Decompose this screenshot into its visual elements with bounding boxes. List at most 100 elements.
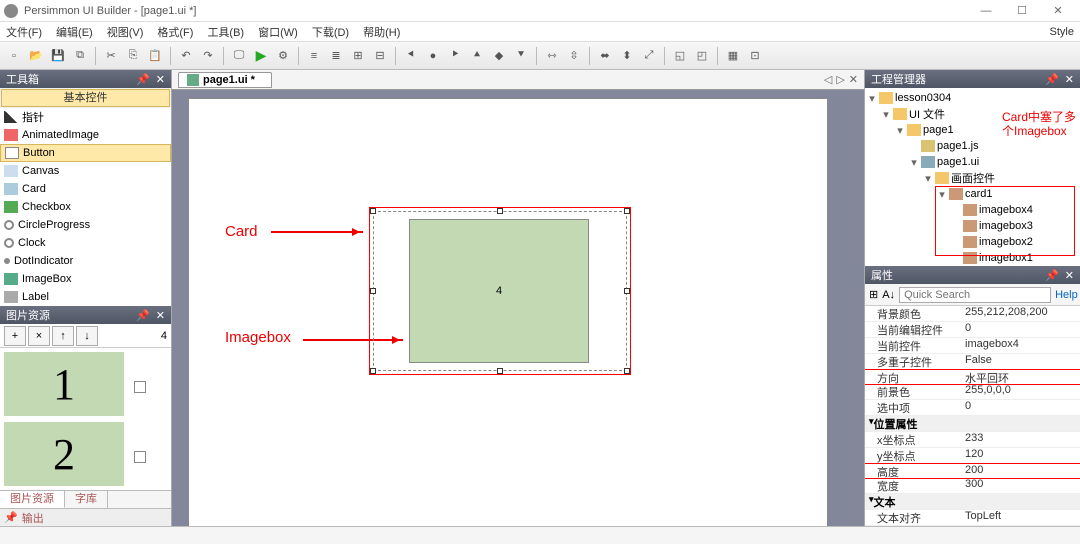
- property-row[interactable]: 当前控件imagebox4: [865, 338, 1080, 354]
- property-value[interactable]: 200: [965, 464, 1080, 478]
- output-tab[interactable]: 📌 输出: [0, 508, 171, 526]
- close-button[interactable]: ✕: [1040, 1, 1076, 21]
- card-widget[interactable]: [373, 211, 627, 371]
- redo-icon[interactable]: ↷: [198, 46, 218, 66]
- property-row[interactable]: y坐标点120: [865, 448, 1080, 464]
- menu-window[interactable]: 窗口(W): [258, 24, 298, 40]
- property-row[interactable]: 当前编辑控件0: [865, 322, 1080, 338]
- gear-icon[interactable]: ⚙: [273, 46, 293, 66]
- new-icon[interactable]: ▫: [4, 46, 24, 66]
- grid-icon[interactable]: ▦: [723, 46, 743, 66]
- toolbox-item-canvas[interactable]: Canvas: [0, 162, 171, 180]
- image-thumbnail[interactable]: 2: [4, 422, 124, 486]
- toolbox-item-card[interactable]: Card: [0, 180, 171, 198]
- screen-icon[interactable]: 🖵: [229, 46, 249, 66]
- al-mid-icon[interactable]: ◆: [489, 46, 509, 66]
- property-value[interactable]: 0: [965, 400, 1080, 415]
- close-icon[interactable]: ✕: [156, 73, 165, 86]
- property-grid[interactable]: 背景颜色255,212,208,200当前编辑控件0当前控件imagebox4多…: [865, 306, 1080, 526]
- tree-imagebox[interactable]: imagebox2: [979, 236, 1033, 248]
- saveall-icon[interactable]: ⧉: [70, 46, 90, 66]
- image-thumbnail[interactable]: 1: [4, 352, 124, 416]
- menu-view[interactable]: 视图(V): [107, 24, 144, 40]
- play-icon[interactable]: ▶: [251, 46, 271, 66]
- property-value[interactable]: 300: [965, 478, 1080, 493]
- resize-handle[interactable]: [624, 288, 630, 294]
- property-category[interactable]: 位置属性: [865, 416, 1080, 432]
- maximize-button[interactable]: ☐: [1004, 1, 1040, 21]
- al-right-icon[interactable]: ⯈: [445, 46, 465, 66]
- menu-file[interactable]: 文件(F): [6, 24, 42, 40]
- save-icon[interactable]: 💾: [48, 46, 68, 66]
- paste-icon[interactable]: 📋: [145, 46, 165, 66]
- thumbnail-checkbox[interactable]: [134, 451, 146, 463]
- toolbox-item-imagebox[interactable]: ImageBox: [0, 270, 171, 288]
- tree-pagejs[interactable]: page1.js: [937, 140, 979, 152]
- canvas-area[interactable]: Card Imagebox 4: [172, 90, 864, 526]
- tree-pageui[interactable]: page1.ui: [937, 156, 979, 168]
- sort-az-icon[interactable]: A↓: [882, 289, 895, 301]
- tree-imagebox[interactable]: imagebox1: [979, 252, 1033, 264]
- undo-icon[interactable]: ↶: [176, 46, 196, 66]
- al-center-icon[interactable]: ●: [423, 46, 443, 66]
- open-icon[interactable]: 📂: [26, 46, 46, 66]
- property-category[interactable]: 文本: [865, 494, 1080, 510]
- al-bot-icon[interactable]: ⯆: [511, 46, 531, 66]
- dist-h-icon[interactable]: ⇿: [542, 46, 562, 66]
- menu-help[interactable]: 帮助(H): [363, 24, 400, 40]
- menu-tools[interactable]: 工具(B): [207, 24, 244, 40]
- property-value[interactable]: 233: [965, 432, 1080, 447]
- tab-close-icon[interactable]: ✕: [849, 73, 858, 86]
- pin-icon[interactable]: 📌: [136, 309, 150, 322]
- property-row[interactable]: 高度200: [865, 463, 1080, 479]
- toolbox-item-animatedimage[interactable]: AnimatedImage: [0, 126, 171, 144]
- close-icon[interactable]: ✕: [1065, 73, 1074, 86]
- resize-handle[interactable]: [370, 208, 376, 214]
- minimize-button[interactable]: —: [968, 1, 1004, 21]
- property-value[interactable]: False: [965, 354, 1080, 369]
- property-value[interactable]: TopLeft: [965, 510, 1080, 525]
- tree-imagebox[interactable]: imagebox3: [979, 220, 1033, 232]
- toolbox-item-指针[interactable]: 指针: [0, 108, 171, 126]
- al-top-icon[interactable]: ⯅: [467, 46, 487, 66]
- tree-widgets[interactable]: 画面控件: [951, 170, 995, 186]
- moveup-button[interactable]: ↑: [52, 326, 74, 346]
- search-input[interactable]: [899, 287, 1051, 303]
- property-row[interactable]: 宽度300: [865, 478, 1080, 494]
- dist-v-icon[interactable]: ⇳: [564, 46, 584, 66]
- resize-handle[interactable]: [624, 368, 630, 374]
- size-h-icon[interactable]: ⬍: [617, 46, 637, 66]
- property-value[interactable]: 0: [965, 322, 1080, 337]
- tree-root[interactable]: lesson0304: [895, 92, 951, 104]
- front-icon[interactable]: ◱: [670, 46, 690, 66]
- resize-handle[interactable]: [370, 368, 376, 374]
- resize-handle[interactable]: [497, 368, 503, 374]
- property-value[interactable]: 120: [965, 448, 1080, 463]
- toolbox-item-clock[interactable]: Clock: [0, 234, 171, 252]
- property-row[interactable]: 背景颜色255,212,208,200: [865, 306, 1080, 322]
- property-row[interactable]: 前景色255,0,0,0: [865, 384, 1080, 400]
- toolbox-item-checkbox[interactable]: Checkbox: [0, 198, 171, 216]
- toolbox-item-label[interactable]: Label: [0, 288, 171, 306]
- property-value[interactable]: 255,0,0,0: [965, 384, 1080, 399]
- toolbox-category[interactable]: 基本控件: [1, 89, 170, 107]
- size-w-icon[interactable]: ⬌: [595, 46, 615, 66]
- property-row[interactable]: 文本对齐TopLeft: [865, 510, 1080, 526]
- toolbox-item-dotindicator[interactable]: DotIndicator: [0, 252, 171, 270]
- project-tree[interactable]: ▾lesson0304 ▾UI 文件 ▾page1 page1.js ▾page…: [865, 88, 1080, 266]
- tab-next-icon[interactable]: ▷: [836, 73, 844, 86]
- align2-icon[interactable]: ≣: [326, 46, 346, 66]
- al-left-icon[interactable]: ⯇: [401, 46, 421, 66]
- tab-images[interactable]: 图片资源: [0, 490, 65, 508]
- movedown-button[interactable]: ↓: [76, 326, 98, 346]
- cut-icon[interactable]: ✂: [101, 46, 121, 66]
- tab-fonts[interactable]: 字库: [65, 491, 108, 508]
- size-both-icon[interactable]: ⤢: [639, 46, 659, 66]
- menu-style[interactable]: Style: [1050, 26, 1074, 38]
- tree-imagebox[interactable]: imagebox4: [979, 204, 1033, 216]
- property-value[interactable]: 255,212,208,200: [965, 306, 1080, 321]
- property-row[interactable]: 多重子控件False: [865, 354, 1080, 370]
- tab-prev-icon[interactable]: ◁: [824, 73, 832, 86]
- help-link[interactable]: Help: [1055, 289, 1078, 301]
- pin-icon[interactable]: 📌: [1045, 73, 1059, 86]
